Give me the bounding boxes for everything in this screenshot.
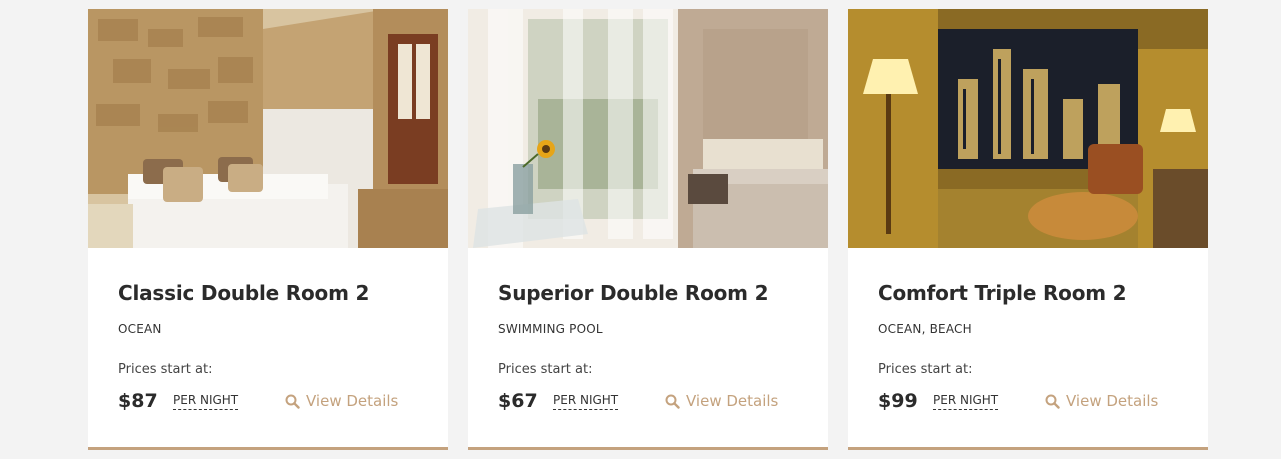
price-value: $99 — [878, 390, 918, 412]
view-details-link[interactable]: View Details — [665, 392, 778, 410]
room-title[interactable]: Comfort Triple Room 2 — [878, 281, 1127, 305]
price-value: $67 — [498, 390, 538, 412]
search-icon — [1045, 394, 1060, 409]
price-label: Prices start at: — [118, 362, 213, 377]
room-title[interactable]: Superior Double Room 2 — [498, 281, 768, 305]
room-tags: SWIMMING POOL — [498, 322, 603, 336]
room-tags: OCEAN — [118, 322, 162, 336]
view-details-link[interactable]: View Details — [285, 392, 398, 410]
room-title[interactable]: Classic Double Room 2 — [118, 281, 369, 305]
view-details-label: View Details — [1066, 392, 1159, 410]
room-card-classic-double: Classic Double Room 2 OCEAN Prices start… — [88, 9, 448, 450]
room-card-superior-double: Superior Double Room 2 SWIMMING POOL Pri… — [468, 9, 828, 450]
search-icon — [285, 394, 300, 409]
room-photo[interactable] — [848, 9, 1208, 248]
room-photo[interactable] — [88, 9, 448, 248]
price-value: $87 — [118, 390, 158, 412]
price-label: Prices start at: — [878, 362, 973, 377]
room-photo[interactable] — [468, 9, 828, 248]
search-icon — [665, 394, 680, 409]
room-card-comfort-triple: Comfort Triple Room 2 OCEAN, BEACH Price… — [848, 9, 1208, 450]
view-details-label: View Details — [686, 392, 779, 410]
price-label: Prices start at: — [498, 362, 593, 377]
per-night-label: PER NIGHT — [933, 393, 999, 410]
room-tags: OCEAN, BEACH — [878, 322, 972, 336]
view-details-label: View Details — [306, 392, 399, 410]
per-night-label: PER NIGHT — [553, 393, 619, 410]
view-details-link[interactable]: View Details — [1045, 392, 1158, 410]
per-night-label: PER NIGHT — [173, 393, 239, 410]
